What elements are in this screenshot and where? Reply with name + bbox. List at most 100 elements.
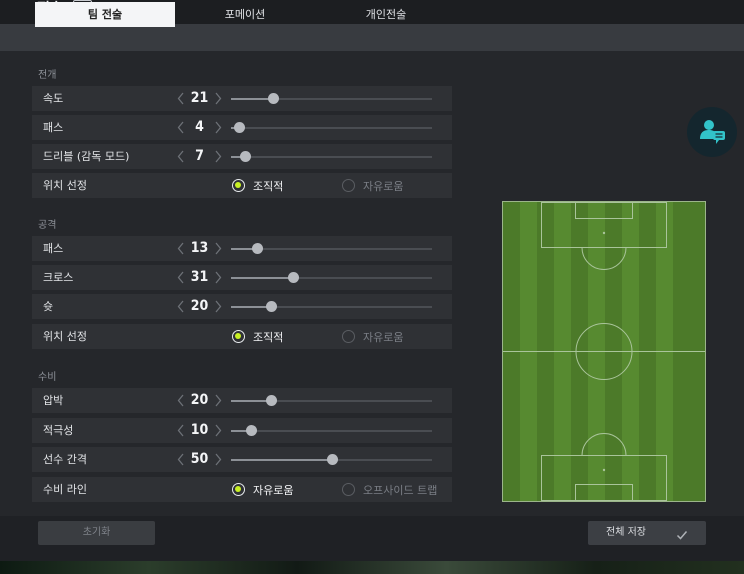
chevron-left-icon[interactable]	[176, 240, 186, 257]
slider-track[interactable]	[231, 243, 432, 254]
radio-organized[interactable]: 조직적	[232, 324, 283, 349]
chevron-right-icon[interactable]	[213, 240, 223, 257]
slider-row-buildup-passing: 패스 4	[32, 115, 452, 140]
pitch-lines	[503, 202, 705, 501]
chevron-left-icon[interactable]	[176, 392, 186, 409]
reset-button[interactable]: 초기화	[38, 521, 155, 545]
chevron-right-icon[interactable]	[213, 269, 223, 286]
slider-thumb[interactable]	[266, 301, 278, 312]
radio-label: 자유로움	[363, 330, 404, 344]
check-icon	[676, 527, 688, 551]
chevron-right-icon[interactable]	[213, 422, 223, 439]
slider-value: 21	[190, 90, 209, 106]
slider-thumb[interactable]	[240, 151, 252, 162]
chevron-right-icon[interactable]	[213, 392, 223, 409]
slider-value: 50	[190, 451, 209, 467]
slider-fill	[231, 459, 332, 461]
radio-offside-trap[interactable]: 오프사이드 트랩	[342, 477, 437, 502]
slider-track[interactable]	[231, 122, 432, 133]
row-label: 압박	[43, 394, 64, 407]
chevron-right-icon[interactable]	[213, 148, 223, 165]
slider-row-defence-pressure: 압박 20	[32, 388, 452, 413]
slider-track[interactable]	[231, 301, 432, 312]
slider-track[interactable]	[231, 151, 432, 162]
slider-fill	[231, 277, 294, 279]
slider-value: 13	[190, 240, 209, 256]
chevron-left-icon[interactable]	[176, 298, 186, 315]
radio-label: 조직적	[253, 330, 284, 344]
tab-team-tactics[interactable]: 팀 전술	[35, 2, 175, 27]
radio-free[interactable]: 자유로움	[342, 324, 403, 349]
slider-fill	[231, 400, 272, 402]
row-label: 위치 선정	[43, 179, 87, 192]
radio-dot	[342, 179, 355, 192]
section-title-defence: 수비	[38, 372, 57, 383]
chevron-left-icon[interactable]	[176, 90, 186, 107]
chevron-right-icon[interactable]	[213, 90, 223, 107]
coach-chat-button[interactable]	[687, 107, 737, 157]
slider-thumb[interactable]	[326, 454, 338, 465]
radio-free[interactable]: 자유로움	[232, 477, 293, 502]
slider-value: 10	[190, 422, 209, 438]
radio-label: 조직적	[253, 179, 284, 193]
row-label: 선수 간격	[43, 453, 87, 466]
slider-row-attack-crossing: 크로스 31	[32, 265, 452, 290]
slider-thumb[interactable]	[234, 122, 246, 133]
row-label: 패스	[43, 242, 64, 255]
slider-track[interactable]	[231, 395, 432, 406]
radio-dot	[232, 179, 245, 192]
chevron-right-icon[interactable]	[213, 451, 223, 468]
chevron-right-icon[interactable]	[213, 298, 223, 315]
slider-thumb[interactable]	[288, 272, 300, 283]
slider-value: 4	[195, 119, 204, 135]
row-label: 드리블 (감독 모드)	[43, 150, 130, 163]
slider-track[interactable]	[231, 93, 432, 104]
save-all-label: 전체 저장	[606, 527, 646, 538]
slider-thumb[interactable]	[266, 395, 278, 406]
slider-row-defence-aggression: 적극성 10	[32, 418, 452, 443]
slider-value: 31	[190, 269, 209, 285]
chevron-left-icon[interactable]	[176, 269, 186, 286]
slider-fill	[231, 98, 274, 100]
radio-label: 자유로움	[363, 179, 404, 193]
row-label: 패스	[43, 121, 64, 134]
radio-row-defence-line: 수비 라인 자유로움 오프사이드 트랩	[32, 477, 452, 502]
slider-thumb[interactable]	[252, 243, 264, 254]
radio-label: 오프사이드 트랩	[363, 483, 438, 497]
save-all-button[interactable]: 전체 저장	[588, 521, 706, 545]
slider-track[interactable]	[231, 425, 432, 436]
row-label: 크로스	[43, 271, 74, 284]
chevron-left-icon[interactable]	[176, 422, 186, 439]
radio-dot	[342, 330, 355, 343]
slider-track[interactable]	[231, 272, 432, 283]
radio-free[interactable]: 자유로움	[342, 173, 403, 198]
chevron-left-icon[interactable]	[176, 148, 186, 165]
slider-row-buildup-dribbling: 드리블 (감독 모드) 7	[32, 144, 452, 169]
chevron-left-icon[interactable]	[176, 451, 186, 468]
row-label: 위치 선정	[43, 330, 87, 343]
radio-row-buildup-positioning: 위치 선정 조직적 자유로움	[32, 173, 452, 198]
chevron-right-icon[interactable]	[213, 119, 223, 136]
slider-value: 7	[195, 148, 204, 164]
slider-value: 20	[190, 298, 209, 314]
radio-dot	[232, 330, 245, 343]
tab-individual-tactics[interactable]: 개인전술	[316, 2, 456, 27]
slider-row-attack-passing: 패스 13	[32, 236, 452, 261]
section-title-attack: 공격	[38, 220, 57, 231]
chevron-left-icon[interactable]	[176, 119, 186, 136]
coach-chat-icon	[687, 120, 737, 161]
pitch	[502, 201, 706, 502]
row-label: 적극성	[43, 424, 74, 437]
tab-formation[interactable]: 포메이션	[175, 2, 315, 27]
slider-row-defence-width: 선수 간격 50	[32, 447, 452, 472]
slider-thumb[interactable]	[268, 93, 280, 104]
radio-organized[interactable]: 조직적	[232, 173, 283, 198]
row-label: 속도	[43, 92, 64, 105]
slider-row-attack-shooting: 슛 20	[32, 294, 452, 319]
radio-dot	[342, 483, 355, 496]
slider-fill	[231, 306, 272, 308]
section-title-buildup: 전개	[38, 70, 57, 81]
radio-row-attack-positioning: 위치 선정 조직적 자유로움	[32, 324, 452, 349]
slider-thumb[interactable]	[246, 425, 258, 436]
slider-track[interactable]	[231, 454, 432, 465]
